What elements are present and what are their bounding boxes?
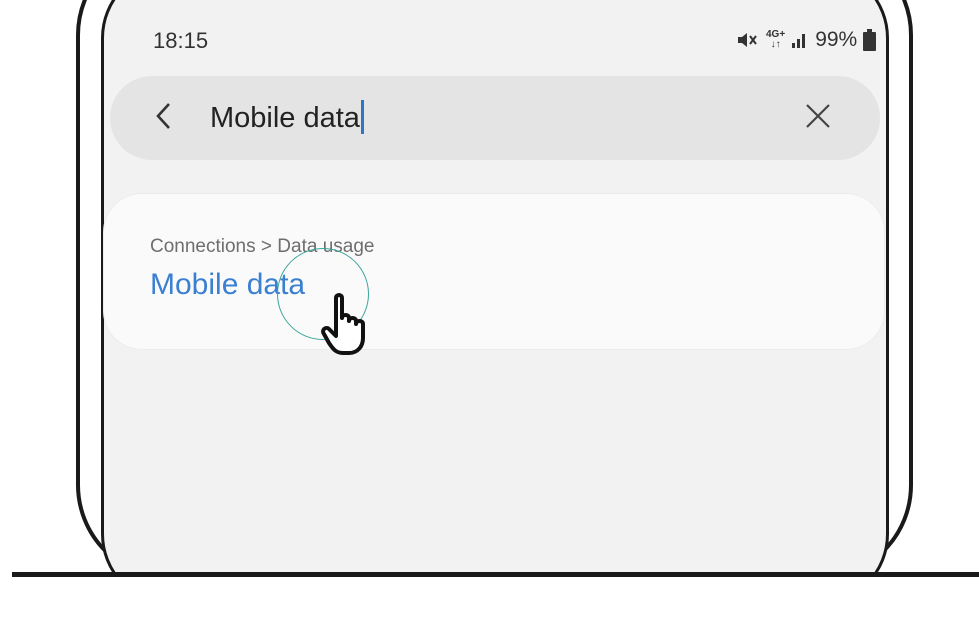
- search-input[interactable]: Mobile data: [210, 98, 730, 138]
- chevron-left-icon: [154, 101, 174, 136]
- baseline-divider: [12, 572, 979, 577]
- back-button[interactable]: [146, 100, 182, 136]
- status-icons: 4G+ ↓↑ 99%: [736, 26, 877, 54]
- signal-icon: [791, 31, 809, 49]
- clear-search-button[interactable]: [800, 100, 836, 136]
- search-query: Mobile data: [210, 102, 360, 134]
- page-bottom: [0, 577, 979, 640]
- battery-icon: [863, 29, 877, 51]
- data-arrows-icon: ↓↑: [770, 39, 781, 50]
- mute-icon: [736, 30, 760, 50]
- battery-percent: 99%: [815, 28, 858, 51]
- text-cursor: [360, 100, 364, 135]
- status-time: 18:15: [153, 28, 209, 53]
- network-4g-icon: 4G+ ↓↑: [766, 30, 785, 50]
- close-icon: [804, 102, 832, 135]
- pointer-hand-icon: [321, 293, 365, 355]
